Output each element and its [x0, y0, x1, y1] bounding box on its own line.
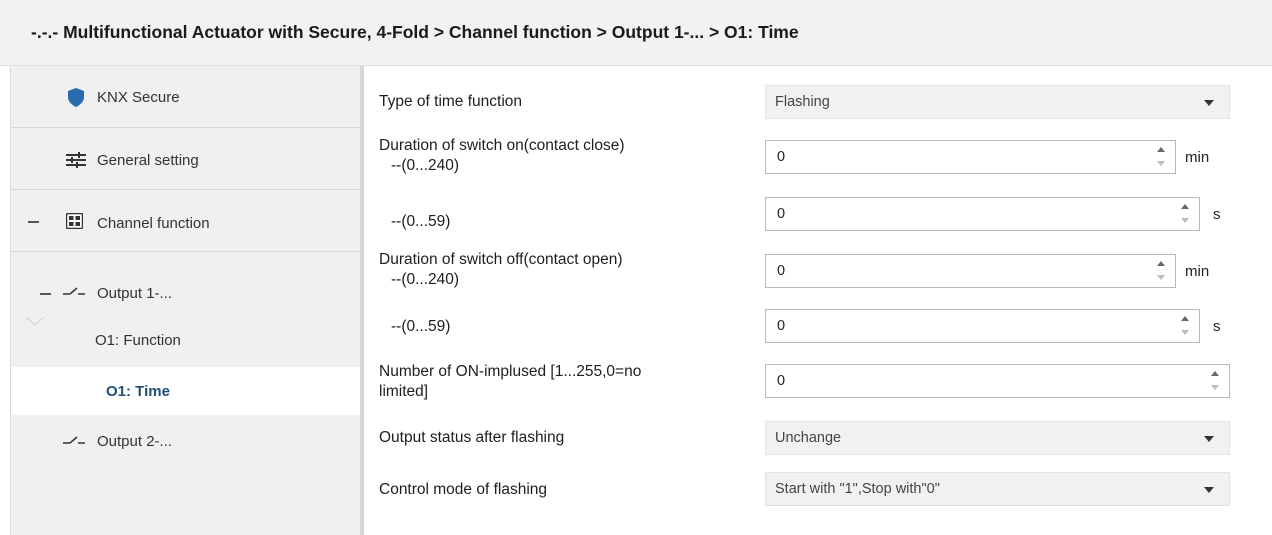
- on-impulses-label-line2: limited]: [379, 383, 429, 400]
- select-value: Flashing: [775, 94, 830, 110]
- sliders-icon: [66, 152, 86, 168]
- spin-arrows-icon[interactable]: [1180, 204, 1190, 224]
- duration-on-label: Duration of switch on(contact close) --(…: [379, 136, 625, 176]
- duration-off-s-input[interactable]: 0: [765, 309, 1200, 343]
- on-impulses-label: Number of ON-implused [1...255,0=no limi…: [379, 362, 641, 402]
- sidebar-item-output-1[interactable]: Output 1-...: [11, 274, 361, 322]
- input-value: 0: [777, 373, 786, 389]
- output-status-label: Output status after flashing: [379, 429, 565, 446]
- duration-on-min-range: --(0...240): [391, 157, 460, 174]
- duration-off-label-text: Duration of switch off(contact open): [379, 251, 623, 268]
- switch-contact-icon: [63, 436, 85, 444]
- sidebar-item-label: Output 1-...: [97, 285, 173, 302]
- spin-arrows-icon[interactable]: [1210, 371, 1220, 391]
- type-of-time-function-label: Type of time function: [379, 93, 523, 110]
- on-impulses-label-line1: Number of ON-implused [1...255,0=no: [379, 363, 642, 380]
- title-bar: -.-.- Multifunctional Actuator with Secu…: [0, 0, 1272, 66]
- sidebar-item-label: O1: Time: [106, 383, 170, 400]
- sidebar-item-general-setting[interactable]: General setting: [11, 128, 361, 190]
- sidebar-item-label: Output 2-...: [97, 433, 173, 450]
- unit-label: s: [1213, 318, 1221, 335]
- chevron-down-icon: [1204, 100, 1214, 106]
- duration-on-s-label: --(0...59): [379, 212, 450, 232]
- type-of-time-function-select[interactable]: Flashing: [765, 85, 1230, 119]
- output-status-select[interactable]: Unchange: [765, 421, 1230, 455]
- parameter-panel: Type of time function Flashing Duration …: [364, 66, 1272, 535]
- sidebar-item-output-2[interactable]: Output 2-...: [11, 426, 361, 466]
- sidebar-item-knx-secure[interactable]: KNX Secure: [11, 66, 361, 128]
- duration-on-min-input[interactable]: 0: [765, 140, 1176, 174]
- control-mode-select[interactable]: Start with "1",Stop with"0": [765, 472, 1230, 506]
- input-value: 0: [777, 263, 786, 279]
- select-value: Unchange: [775, 430, 842, 446]
- switch-contact-icon: [63, 287, 85, 295]
- breadcrumb: -.-.- Multifunctional Actuator with Secu…: [31, 22, 799, 42]
- duration-off-min-range: --(0...240): [391, 271, 460, 288]
- input-value: 0: [777, 149, 786, 165]
- unit-label: min: [1185, 149, 1210, 166]
- duration-off-min-input[interactable]: 0: [765, 254, 1176, 288]
- spin-arrows-icon[interactable]: [1156, 147, 1166, 167]
- unit-label: min: [1185, 263, 1210, 280]
- collapse-icon[interactable]: [28, 221, 39, 223]
- duration-on-s-input[interactable]: 0: [765, 197, 1200, 231]
- duration-off-s-range: --(0...59): [391, 318, 451, 335]
- shield-icon: [68, 88, 84, 107]
- control-mode-label: Control mode of flashing: [379, 481, 548, 498]
- duration-off-s-label: --(0...59): [379, 317, 450, 337]
- input-value: 0: [777, 206, 786, 222]
- unit-label: s: [1213, 206, 1221, 223]
- sidebar-item-channel-function[interactable]: Channel function: [11, 190, 361, 252]
- sidebar-item-o1-time[interactable]: O1: Time: [11, 367, 361, 415]
- sidebar-item-label: General setting: [97, 152, 199, 169]
- duration-on-s-range: --(0...59): [391, 213, 451, 230]
- chevron-down-icon: [1204, 487, 1214, 493]
- chevron-down-icon: [1204, 436, 1214, 442]
- spin-arrows-icon[interactable]: [1180, 316, 1190, 336]
- select-value: Start with "1",Stop with"0": [775, 481, 940, 497]
- sidebar-item-o1-function[interactable]: O1: Function: [11, 324, 361, 368]
- on-impulses-input[interactable]: 0: [765, 364, 1230, 398]
- grid-icon: [66, 213, 83, 229]
- collapse-icon[interactable]: [40, 293, 51, 295]
- sidebar-item-label: KNX Secure: [97, 89, 180, 106]
- duration-off-label: Duration of switch off(contact open) --(…: [379, 250, 623, 290]
- sidebar-item-label: Channel function: [97, 215, 210, 232]
- spin-arrows-icon[interactable]: [1156, 261, 1166, 281]
- sidebar: KNX Secure General setting Channel funct…: [10, 66, 361, 535]
- duration-on-label-text: Duration of switch on(contact close): [379, 137, 625, 154]
- sidebar-item-label: O1: Function: [95, 332, 181, 349]
- input-value: 0: [777, 318, 786, 334]
